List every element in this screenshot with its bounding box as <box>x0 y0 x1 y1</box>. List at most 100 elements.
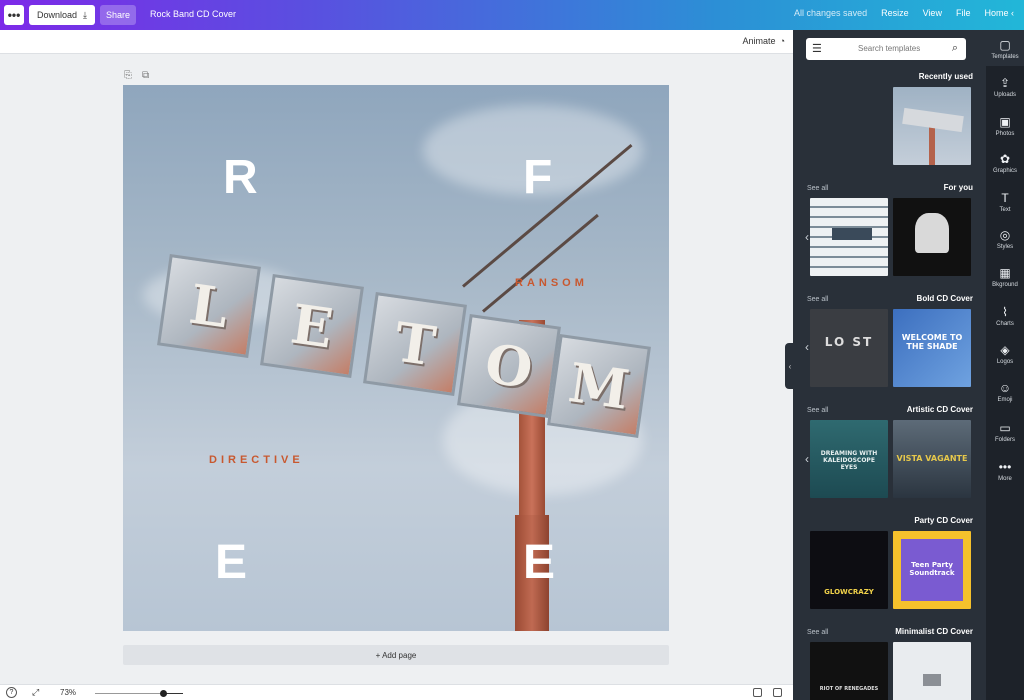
animate-label: Animate <box>742 36 776 46</box>
sign-letter-box: T <box>363 292 467 396</box>
rail-label: Emoji <box>997 397 1013 403</box>
rail-item-logos[interactable]: ◈ Logos <box>986 343 1024 365</box>
nav-home[interactable]: Home ‹ <box>984 8 1014 18</box>
download-label: Download <box>36 10 78 20</box>
add-page-button[interactable]: + Add page <box>123 645 669 665</box>
see-all-link[interactable]: See all <box>807 407 828 414</box>
canvas-letter-f[interactable]: F <box>523 150 552 205</box>
rail-label: Text <box>999 207 1011 213</box>
folder-icon: ▭ <box>999 421 1011 435</box>
canvas-word-directive[interactable]: DIRECTIVE <box>209 454 304 466</box>
grid-view-icon[interactable] <box>753 688 762 697</box>
add-page-icon[interactable]: ⎘ <box>124 70 132 81</box>
template-thumb[interactable]: WELCOME TO THE SHADE <box>893 309 971 387</box>
rail-item-templates[interactable]: ▢ Templates <box>986 30 1024 66</box>
thumb-text: VISTA VAGANTE <box>896 454 968 463</box>
thumb-text: RIOT OF RENEGADES <box>819 686 879 692</box>
rail-item-emoji[interactable]: ☺ Emoji <box>986 381 1024 403</box>
animate-icon: ◔ <box>779 36 785 46</box>
sign-letter-box: O <box>457 314 561 418</box>
download-button[interactable]: Download ⤓ <box>29 5 95 25</box>
logos-icon: ◈ <box>1000 343 1010 357</box>
thumb-graphic <box>915 213 949 253</box>
rail-label: Logos <box>996 359 1014 365</box>
thumb-text: GLOWCRAZY <box>824 588 874 596</box>
rail-item-charts[interactable]: ⌇ Charts <box>986 305 1024 327</box>
help-button[interactable]: ? <box>6 687 17 698</box>
template-thumb[interactable]: GLOWCRAZY <box>810 531 888 609</box>
template-thumb[interactable]: Teen Party Soundtrack <box>893 531 971 609</box>
template-thumb[interactable] <box>893 642 971 700</box>
save-status: All changes saved <box>794 8 868 18</box>
template-thumb[interactable] <box>893 87 971 165</box>
rail-label: More <box>998 476 1012 482</box>
see-all-link[interactable]: See all <box>807 296 828 303</box>
share-button[interactable]: Share <box>100 5 136 25</box>
rail-label: Styles <box>996 244 1014 250</box>
page-controls: ⎘ ⧉ <box>124 70 149 81</box>
template-thumb[interactable]: RIOT OF RENEGADES <box>810 642 888 700</box>
thumb-graphic <box>923 674 941 686</box>
present-icon[interactable] <box>773 688 782 697</box>
canvas-letter-e[interactable]: E <box>215 535 247 590</box>
templates-icon: ▢ <box>999 38 1011 52</box>
design-canvas[interactable]: L E T O M R F E E RANSOM DIRECTIVE <box>123 85 669 631</box>
search-input[interactable]: ☰ Search templates ⌕ <box>806 38 966 60</box>
rail-item-uploads[interactable]: ⇪ Uploads <box>986 76 1024 98</box>
design-title[interactable]: Rock Band CD Cover <box>150 9 236 19</box>
zoom-level[interactable]: 73% <box>60 688 76 697</box>
top-bar: ••• Download ⤓ Share Rock Band CD Cover … <box>0 0 1024 30</box>
chevron-left-icon[interactable]: ‹ <box>805 452 809 466</box>
rail-label: Templates <box>991 54 1019 60</box>
rail-item-styles[interactable]: ◎ Styles <box>986 228 1024 250</box>
section-title-artistic-cd-cover: Artistic CD Cover <box>906 405 973 414</box>
rail-item-background[interactable]: ▦ Bkground <box>986 266 1024 288</box>
see-all-link[interactable]: See all <box>807 629 828 636</box>
upload-icon: ⇪ <box>999 76 1011 90</box>
chevron-left-icon: ‹ <box>788 361 792 371</box>
editor-toolbar: Animate ◔ <box>0 30 793 54</box>
styles-icon: ◎ <box>999 228 1011 242</box>
thumb-text: LO ST <box>824 335 874 349</box>
section-title-recently-used: Recently used <box>918 72 973 81</box>
rail-label: Charts <box>996 321 1014 327</box>
canvas-letter-e[interactable]: E <box>523 535 555 590</box>
animate-button[interactable]: Animate ◔ <box>743 36 785 46</box>
more-options-button[interactable]: ••• <box>4 5 24 25</box>
chevron-left-icon[interactable]: ‹ <box>805 230 809 244</box>
expand-icon[interactable]: ⤢ <box>32 687 39 698</box>
sign-letter-box: L <box>157 254 261 358</box>
zoom-slider-handle[interactable] <box>160 690 167 697</box>
search-placeholder: Search templates <box>858 44 921 53</box>
template-thumb[interactable]: LO ST <box>810 309 888 387</box>
template-thumb[interactable] <box>810 198 888 276</box>
see-all-link[interactable]: See all <box>807 185 828 192</box>
text-icon: T <box>1001 191 1009 205</box>
rail-item-more[interactable]: ••• More <box>986 460 1024 482</box>
rail-label: Graphics <box>992 168 1017 174</box>
rail-item-text[interactable]: T Text <box>986 191 1024 213</box>
sign-letter-box: M <box>547 334 651 438</box>
bottom-bar: ? ⤢ 73% <box>0 684 793 700</box>
copy-page-icon[interactable]: ⧉ <box>142 70 149 81</box>
nav-view[interactable]: View <box>923 8 942 18</box>
canvas-word-ransom[interactable]: RANSOM <box>515 277 588 289</box>
section-title-bold-cd-cover: Bold CD Cover <box>916 294 973 303</box>
filter-icon[interactable]: ☰ <box>812 42 822 55</box>
nav-resize[interactable]: Resize <box>881 8 909 18</box>
chevron-right-icon: ‹ <box>1011 8 1014 18</box>
canvas-letter-r[interactable]: R <box>223 150 258 205</box>
rail-item-graphics[interactable]: ✿ Graphics <box>986 152 1024 174</box>
template-thumb[interactable]: DREAMING WITH KALEIDOSCOPE EYES <box>810 420 888 498</box>
nav-file[interactable]: File <box>956 8 971 18</box>
rail-label: Folders <box>994 437 1015 443</box>
search-icon[interactable]: ⌕ <box>952 42 958 55</box>
thumb-text: WELCOME TO THE SHADE <box>901 333 963 351</box>
rail-item-folders[interactable]: ▭ Folders <box>986 421 1024 443</box>
template-thumb[interactable] <box>893 198 971 276</box>
download-icon: ⤓ <box>83 9 87 20</box>
rail-item-photos[interactable]: ▣ Photos <box>986 115 1024 137</box>
side-icon-rail: ▢ Templates ⇪ Uploads ▣ Photos ✿ Graphic… <box>986 30 1024 700</box>
chevron-left-icon[interactable]: ‹ <box>805 340 809 354</box>
template-thumb[interactable]: VISTA VAGANTE <box>893 420 971 498</box>
